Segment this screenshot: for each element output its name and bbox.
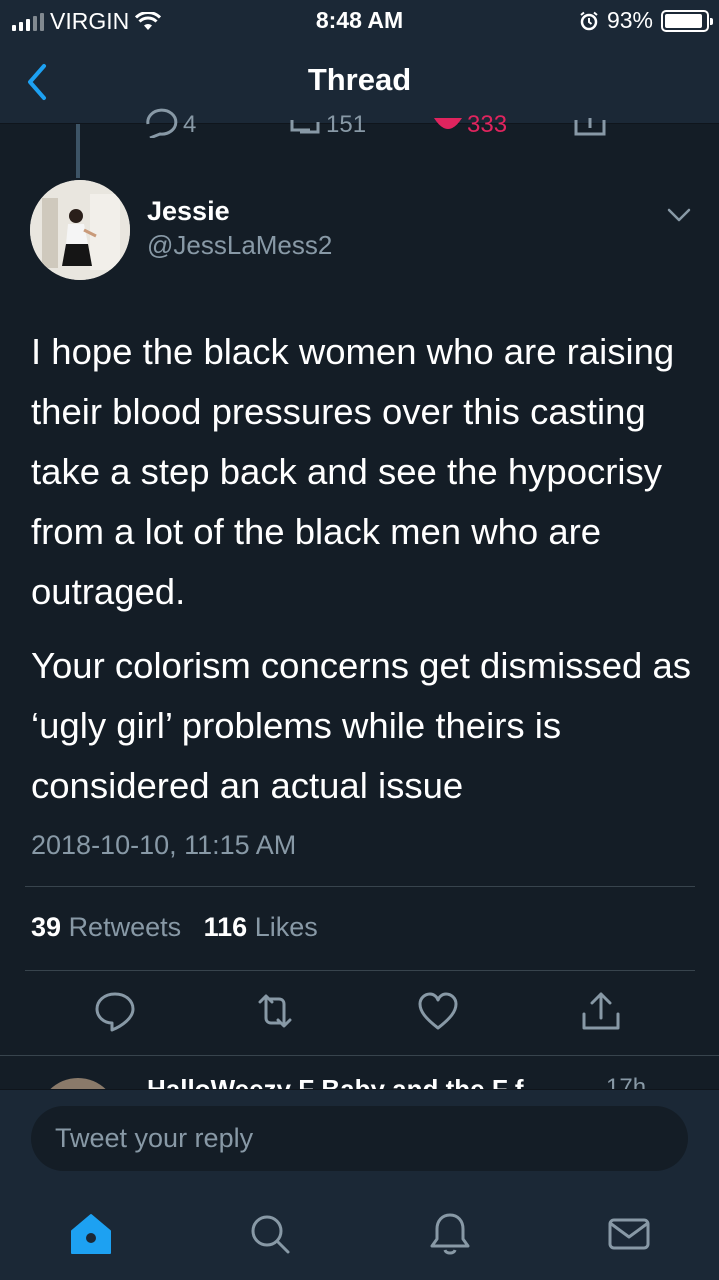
retweets-stat[interactable]: 39 Retweets <box>31 912 181 942</box>
avatar[interactable] <box>38 1078 118 1089</box>
battery-info: 93% <box>579 7 713 34</box>
divider <box>25 886 695 887</box>
battery-icon <box>661 9 713 32</box>
search-icon[interactable] <box>245 1209 295 1259</box>
bell-icon[interactable] <box>425 1209 475 1259</box>
author-name[interactable]: Jessie <box>147 196 230 227</box>
svg-text:333: 333 <box>467 111 507 138</box>
home-icon[interactable] <box>66 1209 116 1259</box>
next-reply-preview[interactable]: HalloWeezy F Baby and the F f... 17h <box>0 1056 719 1089</box>
page-title: Thread <box>307 62 412 97</box>
retweet-icon[interactable] <box>252 988 298 1034</box>
status-bar: VIRGIN 8:48 AM 93% <box>0 0 719 40</box>
reply-icon[interactable] <box>92 988 138 1034</box>
battery-percent: 93% <box>606 7 653 33</box>
tweet-timestamp: 2018-10-10, 11:15 AM <box>31 830 297 860</box>
likes-stat[interactable]: 116 Likes <box>204 912 318 942</box>
avatar[interactable] <box>30 180 130 280</box>
svg-text:151: 151 <box>326 111 366 138</box>
svg-text:4: 4 <box>183 111 196 138</box>
divider <box>25 970 695 971</box>
mail-icon[interactable] <box>604 1209 654 1259</box>
retweets-count: 39 <box>31 912 62 942</box>
like-heart-icon[interactable] <box>415 988 461 1034</box>
tweet-paragraph: I hope the black women who are raising t… <box>31 331 675 612</box>
retweets-label: Retweets <box>68 912 182 942</box>
author-handle[interactable]: @JessLaMess2 <box>147 230 332 261</box>
reply-author-name: HalloWeezy F Baby and the F f... <box>147 1074 546 1089</box>
chevron-down-icon[interactable] <box>664 200 694 230</box>
alarm-icon <box>580 11 598 30</box>
likes-count: 116 <box>203 912 248 942</box>
share-icon[interactable] <box>578 988 624 1034</box>
tab-bar <box>0 1187 719 1280</box>
tweet-text: I hope the black women who are raising t… <box>31 322 696 830</box>
likes-label: Likes <box>254 912 318 942</box>
reply-input[interactable] <box>31 1106 688 1171</box>
reply-time: 17h <box>606 1074 647 1089</box>
previous-tweet-actions: 4 151 333 <box>0 108 719 138</box>
thread-connector-line <box>76 124 80 178</box>
tweet-paragraph: Your colorism concerns get dismissed as … <box>31 645 691 806</box>
tweet-stats: 39 Retweets 116 Likes <box>31 912 318 943</box>
reply-bar <box>0 1089 719 1187</box>
tweet-actions <box>0 988 719 1038</box>
